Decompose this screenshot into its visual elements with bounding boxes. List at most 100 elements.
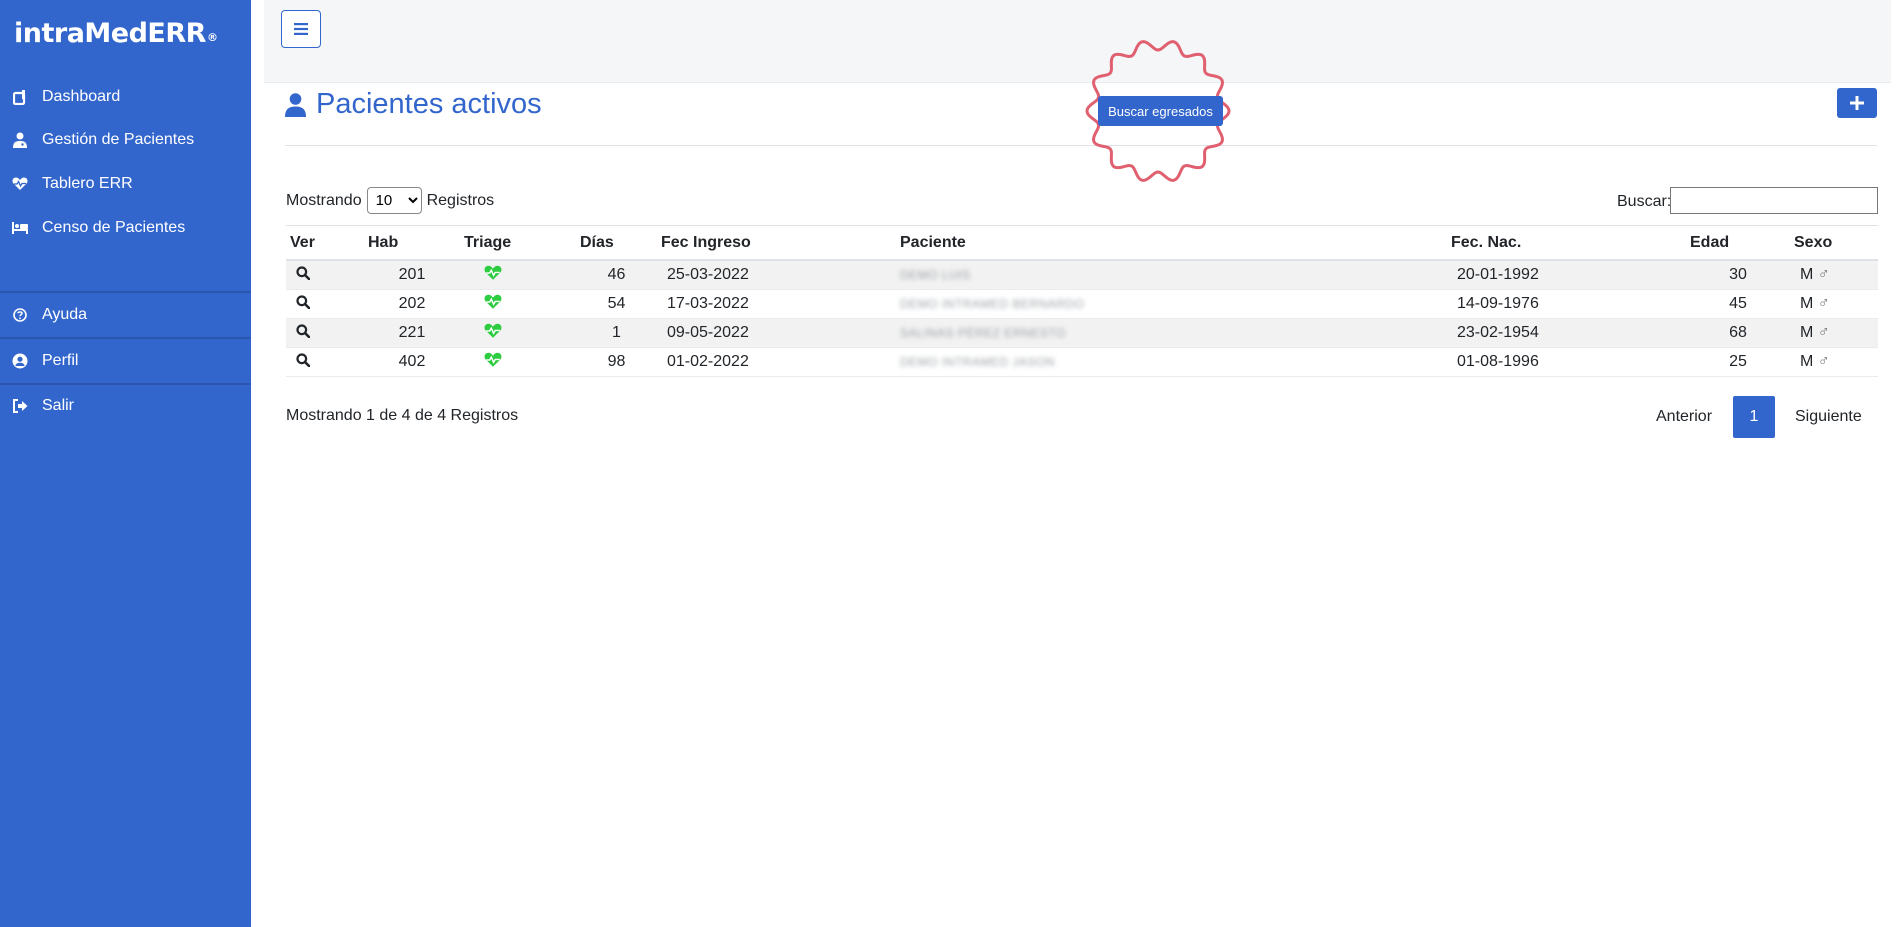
bed-icon — [12, 220, 28, 236]
dias-cell: 54 — [576, 289, 657, 319]
sidebar-item-label: Censo de Pacientes — [42, 219, 186, 236]
sidebar-item-label: Perfil — [42, 352, 79, 369]
male-icon: ♂ — [1817, 266, 1830, 283]
col-edad[interactable]: Edad — [1686, 225, 1790, 261]
top-bar — [264, 0, 1891, 83]
col-sexo[interactable]: Sexo — [1790, 225, 1878, 261]
paciente-cell: SALINAS PÉREZ ERNESTO — [896, 318, 1447, 348]
question-circle-icon — [12, 307, 28, 323]
sidebar: intraMedERR® Dashboard Gestión de Pacien… — [0, 0, 251, 927]
view-cell[interactable] — [286, 289, 364, 319]
magnifier-icon[interactable] — [296, 294, 310, 309]
nac-cell: 14-09-1976 — [1447, 289, 1686, 319]
sidebar-divider — [0, 383, 251, 385]
add-patient-button[interactable] — [1837, 88, 1877, 118]
col-paciente[interactable]: Paciente — [896, 225, 1447, 261]
view-cell[interactable] — [286, 318, 364, 348]
sidebar-item-label: Ayuda — [42, 306, 88, 323]
brand-name: intraMedERR — [14, 18, 206, 49]
sidebar-divider — [0, 337, 251, 339]
dias-cell: 98 — [576, 347, 657, 377]
sexo-cell: M ♂ — [1790, 260, 1878, 290]
dias-cell: 1 — [576, 318, 657, 348]
nac-cell: 23-02-1954 — [1447, 318, 1686, 348]
ingreso-cell: 01-02-2022 — [657, 347, 896, 377]
paciente-cell: DEMO LUIS — [896, 260, 1447, 290]
sidebar-item-perfil[interactable]: Perfil — [0, 341, 251, 381]
sidebar-item-ayuda[interactable]: Ayuda — [0, 295, 251, 335]
sidebar-item-dashboard[interactable]: Dashboard — [0, 77, 251, 117]
sexo-value: M — [1800, 266, 1814, 283]
ingreso-cell: 25-03-2022 — [657, 260, 896, 290]
col-hab[interactable]: Hab — [364, 225, 460, 261]
triage-cell — [460, 260, 576, 290]
brand-registered-mark: ® — [206, 31, 218, 44]
user-icon — [285, 92, 306, 117]
triage-heart-icon — [484, 294, 502, 310]
pagination-page-1[interactable]: 1 — [1733, 396, 1775, 438]
sidebar-item-salir[interactable]: Salir — [0, 386, 251, 426]
length-suffix: Registros — [426, 191, 495, 209]
page-title: Pacientes activos — [285, 88, 542, 121]
length-control: Mostrando 10 Registros — [286, 187, 494, 214]
hab-cell: 402 — [364, 347, 460, 377]
col-ver[interactable]: Ver — [286, 225, 364, 261]
plus-icon — [1850, 96, 1864, 110]
nac-cell: 01-08-1996 — [1447, 347, 1686, 377]
triage-cell — [460, 289, 576, 319]
sidebar-item-gestion-pacientes[interactable]: Gestión de Pacientes — [0, 120, 251, 160]
pagination-previous[interactable]: Anterior — [1656, 396, 1712, 438]
ingreso-cell: 17-03-2022 — [657, 289, 896, 319]
sidebar-item-label: Gestión de Pacientes — [42, 131, 195, 148]
magnifier-icon[interactable] — [296, 352, 310, 367]
col-fec-nac[interactable]: Fec. Nac. — [1447, 225, 1686, 261]
table-row: 402 98 01-02-2022 DEMO INTRAMED JASON 01… — [286, 347, 1878, 377]
view-cell[interactable] — [286, 347, 364, 377]
sidebar-divider — [0, 291, 251, 293]
edad-cell: 25 — [1686, 347, 1790, 377]
table-row: 201 46 25-03-2022 DEMO LUIS 20-01-1992 3… — [286, 260, 1878, 290]
heart-pulse-icon — [12, 176, 28, 192]
page-title-text: Pacientes activos — [316, 88, 542, 120]
page-length-select[interactable]: 10 — [366, 187, 422, 214]
edad-cell: 30 — [1686, 260, 1790, 290]
view-cell[interactable] — [286, 260, 364, 290]
brand-logo[interactable]: intraMedERR® — [14, 18, 218, 49]
sexo-cell: M ♂ — [1790, 318, 1878, 348]
sidebar-item-censo-pacientes[interactable]: Censo de Pacientes — [0, 208, 251, 248]
paciente-cell: DEMO INTRAMED JASON — [896, 347, 1447, 377]
sexo-cell: M ♂ — [1790, 347, 1878, 377]
search-input[interactable] — [1670, 187, 1878, 214]
male-icon: ♂ — [1817, 324, 1830, 341]
edad-cell: 45 — [1686, 289, 1790, 319]
nac-cell: 20-01-1992 — [1447, 260, 1686, 290]
triage-heart-icon — [484, 265, 502, 281]
pagination-next[interactable]: Siguiente — [1795, 396, 1862, 438]
sidebar-item-label: Salir — [42, 397, 75, 414]
table-row: 202 54 17-03-2022 DEMO INTRAMED BERNARDO… — [286, 289, 1878, 319]
col-dias[interactable]: Días — [576, 225, 657, 261]
hab-cell: 201 — [364, 260, 460, 290]
sidebar-item-label: Tablero ERR — [42, 175, 133, 192]
paciente-cell: DEMO INTRAMED BERNARDO — [896, 289, 1447, 319]
male-icon: ♂ — [1817, 353, 1830, 370]
buscar-egresados-button[interactable]: Buscar egresados — [1098, 96, 1223, 126]
hamburger-icon — [294, 23, 308, 35]
user-circle-icon — [12, 353, 28, 369]
user-doctor-icon — [12, 132, 28, 148]
sidebar-item-tablero-err[interactable]: Tablero ERR — [0, 164, 251, 204]
sidebar-item-label: Dashboard — [42, 88, 121, 105]
table-header-row: Ver Hab Triage Días Fec Ingreso Paciente… — [286, 225, 1878, 261]
magnifier-icon[interactable] — [296, 323, 310, 338]
paciente-name-blurred: DEMO INTRAMED BERNARDO — [900, 297, 1085, 311]
sexo-cell: M ♂ — [1790, 289, 1878, 319]
edad-cell: 68 — [1686, 318, 1790, 348]
length-prefix: Mostrando — [286, 191, 362, 209]
magnifier-icon[interactable] — [296, 265, 310, 280]
male-icon: ♂ — [1817, 295, 1830, 312]
col-fec-ingreso[interactable]: Fec Ingreso — [657, 225, 896, 261]
col-triage[interactable]: Triage — [460, 225, 576, 261]
paciente-name-blurred: DEMO LUIS — [900, 268, 971, 282]
triage-heart-icon — [484, 352, 502, 368]
menu-toggle-button[interactable] — [281, 10, 321, 48]
